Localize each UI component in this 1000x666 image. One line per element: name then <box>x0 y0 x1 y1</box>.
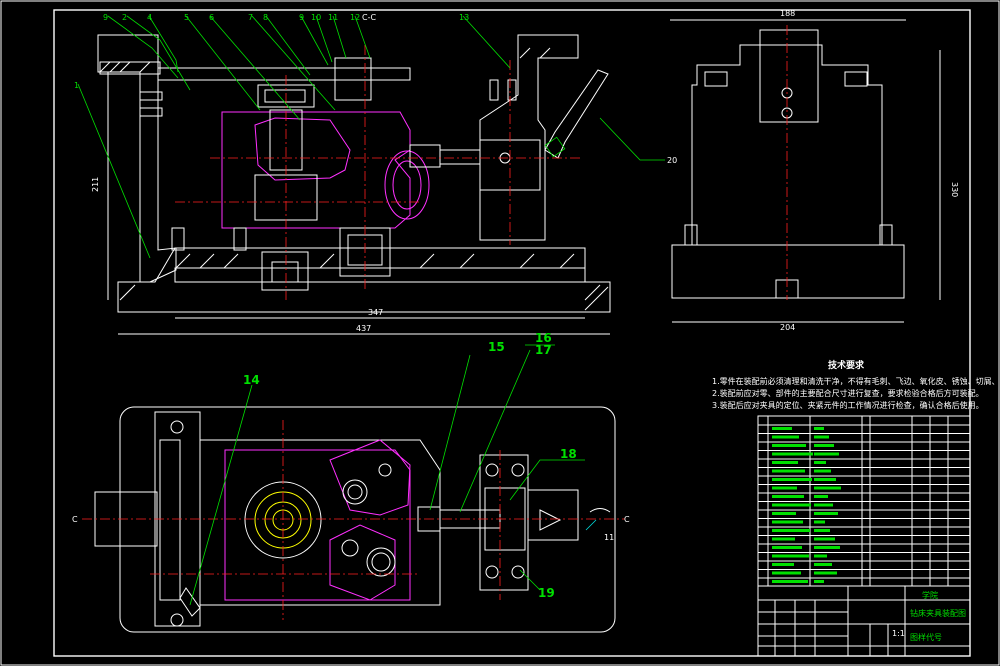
parts-list-entry-mark <box>814 546 840 549</box>
part-number-9b: 9 <box>299 13 304 22</box>
parts-list-entry-mark <box>772 546 802 549</box>
dim-side-top-width: 188 <box>780 9 795 18</box>
dim-front-overall-width: 437 <box>356 324 371 333</box>
section-mark-left: C <box>72 515 78 524</box>
parts-list-entry-mark <box>814 495 828 498</box>
parts-list-entry-mark <box>772 503 811 507</box>
dim-front-inner-width: 347 <box>368 308 383 317</box>
parts-list-entry-mark <box>772 495 804 498</box>
part-number-12: 12 <box>350 13 360 22</box>
parts-list-entry-mark <box>772 580 808 583</box>
parts-list-entry-mark <box>772 571 801 575</box>
parts-list-entry-mark <box>814 469 831 473</box>
parts-list-entry-mark <box>772 469 805 473</box>
parts-list-entry-mark <box>814 529 830 532</box>
callout-17: 17 <box>535 343 552 357</box>
callout-19: 19 <box>538 586 555 600</box>
lever-part-label: 20 <box>667 156 677 165</box>
parts-list-entry-mark <box>772 563 794 566</box>
cad-drawing-canvas: 9 2 4 5 6 7 8 9 10 11 12 13 C-C 1 20 211… <box>0 0 1000 666</box>
parts-list-entry-mark <box>814 444 834 447</box>
parts-list-entry-mark <box>772 427 792 430</box>
parts-list-entry-mark <box>772 486 797 490</box>
section-title: C-C <box>362 13 376 22</box>
title-block-drawing-no: 图样代号 <box>910 632 942 642</box>
dim-side-height: 330 <box>950 182 959 197</box>
parts-list-entry-mark <box>772 461 798 464</box>
part-number-13: 13 <box>459 13 469 22</box>
parts-list-entry-mark <box>772 478 812 481</box>
parts-list-entry-mark <box>814 427 824 430</box>
parts-list-entry-mark <box>814 461 826 464</box>
dim-front-height: 211 <box>91 177 100 192</box>
part-number-7: 7 <box>248 13 253 22</box>
parts-list-entry-mark <box>772 529 810 532</box>
inner-drawing-frame <box>53 9 971 657</box>
parts-list-entry-mark <box>814 452 839 456</box>
parts-list-entry-mark <box>814 563 832 566</box>
callout-14: 14 <box>243 373 260 387</box>
parts-list-entry-mark <box>772 435 799 439</box>
tech-note-2: 2.装配前应对零、部件的主要配合尺寸进行复查，要求检验合格后方可装配。 <box>712 388 984 398</box>
part-number-8: 8 <box>263 13 268 22</box>
callout-11: 11 <box>604 533 614 542</box>
title-block-drawing-name: 钻床夹具装配图 <box>910 608 966 618</box>
front-view <box>77 15 665 335</box>
parts-list-entry-mark <box>772 452 813 456</box>
parts-list-entry-mark <box>814 512 838 515</box>
part-number-1: 1 <box>74 81 79 90</box>
parts-list-entry-mark <box>814 520 825 524</box>
title-block <box>757 585 971 657</box>
part-number-2: 2 <box>122 13 127 22</box>
part-number-6: 6 <box>209 13 214 22</box>
tech-requirements-title: 技术要求 <box>828 359 865 371</box>
title-block-school: 学院 <box>922 590 938 600</box>
callout-15: 15 <box>488 340 505 354</box>
parts-list-entry-mark <box>772 537 795 541</box>
parts-list-entry-mark <box>814 503 833 507</box>
title-block-scale: 1:1 <box>892 629 905 638</box>
part-number-10: 10 <box>311 13 321 22</box>
part-number-11: 11 <box>328 13 338 22</box>
parts-list-entry-mark <box>814 486 841 490</box>
parts-list-entry-mark <box>814 478 836 481</box>
parts-list-entry-mark <box>772 512 796 515</box>
part-number-5: 5 <box>184 13 189 22</box>
dim-side-width: 204 <box>780 323 795 332</box>
parts-list-entry-mark <box>772 520 803 524</box>
part-number-9a: 9 <box>103 13 108 22</box>
parts-list-entry-mark <box>814 537 835 541</box>
parts-list-entry-mark <box>772 444 806 447</box>
part-number-4: 4 <box>147 13 152 22</box>
section-mark-right: C <box>624 515 630 524</box>
parts-list-entry-mark <box>814 580 824 583</box>
parts-list-entry-mark <box>772 554 809 558</box>
tech-note-3: 3.装配后应对夹具的定位、夹紧元件的工作情况进行检查，确认合格后使用。 <box>712 400 984 410</box>
parts-list-entry-mark <box>814 435 829 439</box>
callout-18: 18 <box>560 447 577 461</box>
tech-note-1: 1.零件在装配前必须清理和清洗干净，不得有毛刺、飞边、氧化皮、锈蚀、切屑、油污、… <box>712 376 1000 386</box>
parts-list <box>757 415 971 587</box>
side-view <box>670 19 941 323</box>
parts-list-entry-mark <box>814 554 827 558</box>
parts-list-entry-mark <box>814 571 837 575</box>
